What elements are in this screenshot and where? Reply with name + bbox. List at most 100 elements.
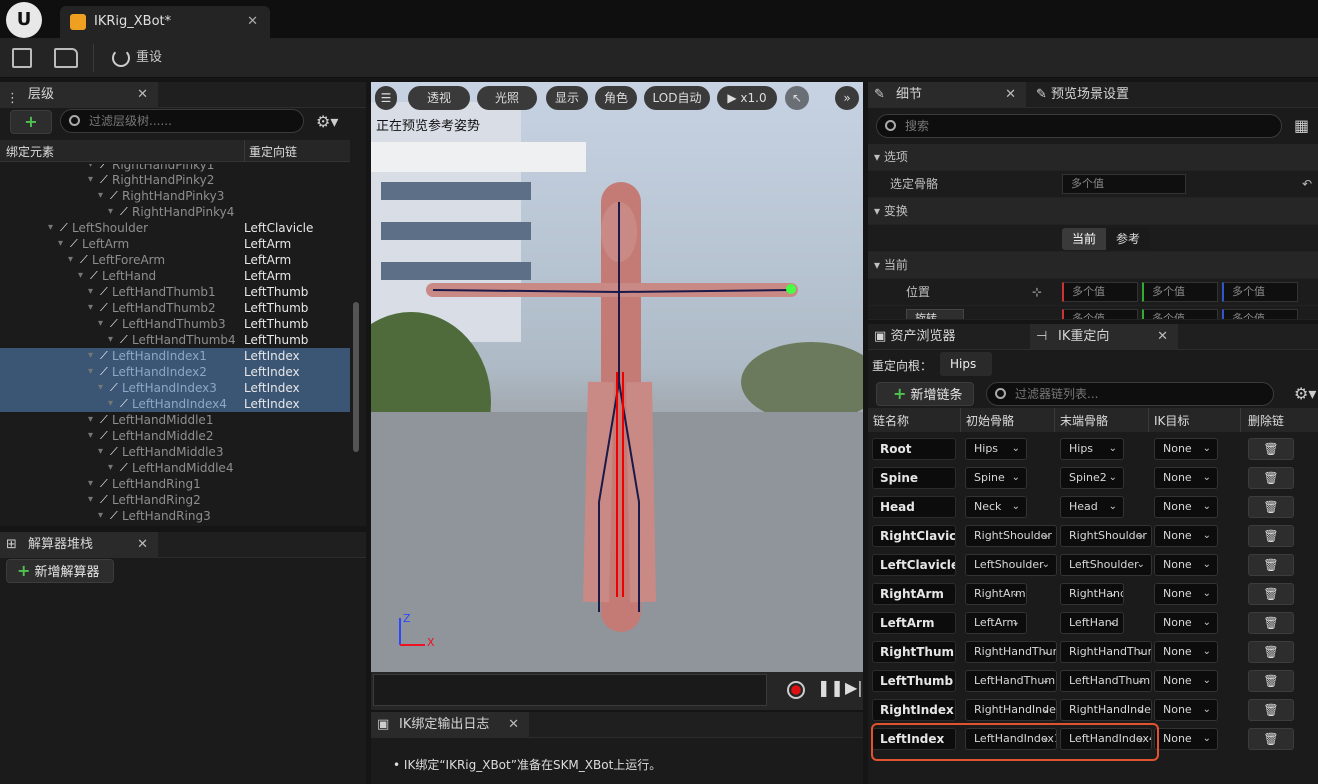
rotation-dropdown[interactable]: 旋转 <box>906 309 964 319</box>
col-chain-label[interactable]: 重定向链 <box>249 143 297 160</box>
expand-arrow-icon[interactable]: ▾ <box>78 268 83 284</box>
pause-icon[interactable]: ❚❚ <box>817 678 844 697</box>
ik-goal-dropdown[interactable]: None ⌄ <box>1154 699 1218 721</box>
add-solver-button[interactable]: + 新增解算器 <box>6 559 114 583</box>
tab-hierarchy[interactable]: ⋮ 层级 ✕ <box>0 82 158 108</box>
end-bone-dropdown[interactable]: Hips ⌄ <box>1060 438 1124 460</box>
delete-chain-button[interactable]: 🗑 <box>1248 728 1294 750</box>
expand-arrow-icon[interactable]: ▾ <box>88 428 93 444</box>
delete-chain-button[interactable]: 🗑 <box>1248 641 1294 663</box>
tree-row[interactable]: ▾ ⟋ LeftHandThumb1 LeftThumb <box>0 284 350 300</box>
start-bone-dropdown[interactable]: Hips ⌄ <box>965 438 1027 460</box>
tab-details[interactable]: ✎ 细节 ✕ <box>868 82 1026 108</box>
gizmo-icon[interactable]: ⊹ <box>1032 279 1042 306</box>
tree-row[interactable]: ▾ ⟋ LeftHandRing2 <box>0 492 350 508</box>
tree-row[interactable]: ▾ ⟋ LeftHandThumb2 LeftThumb <box>0 300 350 316</box>
tab-preview-scene[interactable]: ✎ 预览场景设置 <box>1036 82 1129 108</box>
location-x-value[interactable]: 多个值 <box>1062 282 1138 302</box>
col-end-bone[interactable]: 末端骨骼 <box>1060 412 1108 429</box>
tree-row[interactable]: ▾ ⟋ LeftHandRing3 <box>0 508 350 524</box>
tree-row[interactable]: ▾ ⟋ RightHandPinky3 <box>0 188 350 204</box>
expand-toolbar-icon[interactable]: » <box>835 86 859 110</box>
location-z-value[interactable]: 多个值 <box>1222 282 1298 302</box>
save-icon[interactable] <box>12 48 32 68</box>
record-icon[interactable] <box>787 681 805 699</box>
reference-toggle[interactable]: 参考 <box>1106 228 1150 250</box>
expand-arrow-icon[interactable]: ▾ <box>48 220 53 236</box>
end-bone-dropdown[interactable]: LeftHandThumb4⌄ <box>1060 670 1152 692</box>
add-bone-button[interactable]: + <box>10 110 52 134</box>
col-delete-chain[interactable]: 删除链 <box>1248 412 1284 429</box>
end-bone-dropdown[interactable]: RightHandIndex4⌄ <box>1060 699 1152 721</box>
hierarchy-search-input[interactable]: 过滤层级树...... <box>60 109 304 133</box>
chain-name-field[interactable]: LeftArm <box>872 612 956 634</box>
end-bone-dropdown[interactable]: RightShoulder ⌄ <box>1060 525 1152 547</box>
expand-arrow-icon[interactable]: ▾ <box>98 316 103 332</box>
delete-chain-button[interactable]: 🗑 <box>1248 699 1294 721</box>
start-bone-dropdown[interactable]: RightShoulder ⌄ <box>965 525 1057 547</box>
expand-arrow-icon[interactable]: ▾ <box>88 172 93 188</box>
expand-arrow-icon[interactable]: ▾ <box>88 476 93 492</box>
chain-name-field[interactable]: RightClavicle <box>872 525 956 547</box>
tree-row[interactable]: ▾ ⟋ RightHandPinky2 <box>0 172 350 188</box>
chain-name-field[interactable]: Root <box>872 438 956 460</box>
expand-arrow-icon[interactable]: ▾ <box>68 252 73 268</box>
browse-icon[interactable] <box>54 48 78 68</box>
expand-arrow-icon[interactable]: ▾ <box>98 508 103 524</box>
delete-chain-button[interactable]: 🗑 <box>1248 612 1294 634</box>
hierarchy-scrollbar[interactable] <box>353 302 359 452</box>
tree-row[interactable]: ▾ ⟋ LeftHandMiddle1 <box>0 412 350 428</box>
character-button[interactable]: 角色 <box>595 86 637 110</box>
tree-row[interactable]: ▾ ⟋ LeftHandIndex3 LeftIndex <box>0 380 350 396</box>
table-view-icon[interactable]: ▦ <box>1294 116 1309 135</box>
expand-arrow-icon[interactable]: ▾ <box>88 284 93 300</box>
chain-search-input[interactable]: 过滤器链列表... <box>986 382 1274 406</box>
col-bone-label[interactable]: 绑定元素 <box>6 143 54 160</box>
lit-button[interactable]: 光照 <box>477 86 537 110</box>
show-button[interactable]: 显示 <box>546 86 588 110</box>
end-bone-dropdown[interactable]: RightHandThumb4⌄ <box>1060 641 1152 663</box>
start-bone-dropdown[interactable]: Neck ⌄ <box>965 496 1027 518</box>
ik-goal-dropdown[interactable]: None ⌄ <box>1154 496 1218 518</box>
delete-chain-button[interactable]: 🗑 <box>1248 525 1294 547</box>
expand-arrow-icon[interactable]: ▾ <box>58 236 63 252</box>
chain-name-field[interactable]: RightThumb <box>872 641 956 663</box>
expand-arrow-icon[interactable]: ▾ <box>98 444 103 460</box>
start-bone-dropdown[interactable]: LeftHandThumb1⌄ <box>965 670 1057 692</box>
ik-goal-dropdown[interactable]: None ⌄ <box>1154 438 1218 460</box>
tree-row[interactable]: ▾ ⟋ LeftHandThumb4 LeftThumb <box>0 332 350 348</box>
tab-solver-stack[interactable]: ⊞ 解算器堆栈 ✕ <box>0 532 158 558</box>
perspective-button[interactable]: 透视 <box>408 86 470 110</box>
viewport[interactable]: ☰ 透视 光照 显示 角色 LOD自动 ▶ x1.0 ↖ » 正在预览参考姿势 … <box>371 82 863 672</box>
hierarchy-close-icon[interactable]: ✕ <box>137 82 148 108</box>
start-bone-dropdown[interactable]: LeftArm ⌄ <box>965 612 1027 634</box>
delete-chain-button[interactable]: 🗑 <box>1248 467 1294 489</box>
selected-bone-value[interactable]: 多个值 <box>1062 174 1186 194</box>
tree-row[interactable]: ▾ ⟋ LeftHandIndex1 LeftIndex <box>0 348 350 364</box>
expand-arrow-icon[interactable]: ▾ <box>88 364 93 380</box>
delete-chain-button[interactable]: 🗑 <box>1248 583 1294 605</box>
tab-asset-browser[interactable]: ▣ 资产浏览器 <box>874 324 955 350</box>
start-bone-dropdown[interactable]: RightHandIndex1⌄ <box>965 699 1057 721</box>
delete-chain-button[interactable]: 🗑 <box>1248 438 1294 460</box>
expand-arrow-icon[interactable]: ▾ <box>108 204 113 220</box>
col-chain-name[interactable]: 链名称 <box>873 412 909 429</box>
expand-arrow-icon[interactable]: ▾ <box>98 188 103 204</box>
col-start-bone[interactable]: 初始骨骼 <box>966 412 1014 429</box>
start-bone-dropdown[interactable]: Spine ⌄ <box>965 467 1027 489</box>
settings-gear-icon[interactable]: ⚙▾ <box>316 112 338 131</box>
ik-goal-dropdown[interactable]: None ⌄ <box>1154 525 1218 547</box>
retarget-root-value[interactable]: Hips <box>940 352 992 376</box>
expand-arrow-icon[interactable]: ▾ <box>88 492 93 508</box>
delete-chain-button[interactable]: 🗑 <box>1248 496 1294 518</box>
details-search-input[interactable]: 搜索 <box>876 114 1282 138</box>
tree-row[interactable]: ▾ ⟋ LeftHandThumb3 LeftThumb <box>0 316 350 332</box>
end-bone-dropdown[interactable]: RightHand ⌄ <box>1060 583 1124 605</box>
section-options[interactable]: ▾ 选项 <box>868 144 1318 171</box>
tree-row[interactable]: ▾ ⟋ LeftHandIndex2 LeftIndex <box>0 364 350 380</box>
ik-goal-dropdown[interactable]: None ⌄ <box>1154 583 1218 605</box>
ik-goal-dropdown[interactable]: None ⌄ <box>1154 641 1218 663</box>
reset-value-icon[interactable]: ↶ <box>1302 171 1312 198</box>
lod-button[interactable]: LOD自动 <box>644 86 710 110</box>
start-bone-dropdown[interactable]: LeftShoulder ⌄ <box>965 554 1057 576</box>
